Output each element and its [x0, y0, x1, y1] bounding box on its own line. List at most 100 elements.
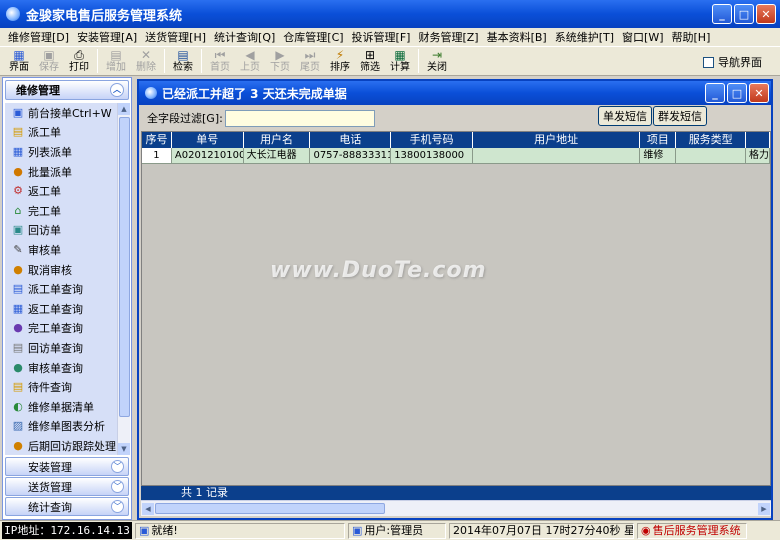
table-cell[interactable]: 1: [142, 148, 172, 164]
first-page-button[interactable]: ⏮ 首页: [205, 47, 235, 75]
delete-button[interactable]: ✕ 删除: [131, 47, 161, 75]
maximize-button[interactable]: □: [734, 4, 754, 24]
scroll-left-icon[interactable]: ◀: [142, 503, 154, 515]
menu-statistics[interactable]: 统计查询[Q]: [210, 29, 279, 45]
layout-button[interactable]: ▦ 界面: [4, 47, 34, 75]
calculator-button[interactable]: ▦ 计算: [385, 47, 415, 75]
sidebar-list: ▣ 前台接单Ctrl+W ▤ 派工单 ▦ 列表派单 ● 批量派单 ⚙ 返工单 ⌂ 完工单 ▣…: [5, 103, 119, 455]
table-cell[interactable]: 大长江电器: [243, 148, 311, 164]
table-row[interactable]: 1 A020121010001 大长江电器 0757-88833311 1380…: [142, 148, 770, 164]
menu-complaint[interactable]: 投诉管理[F]: [348, 29, 415, 45]
sidebar-item[interactable]: ▣ 前台接单Ctrl+W: [5, 103, 119, 123]
sidebar-item[interactable]: ▣ 回访单: [5, 221, 119, 241]
scroll-right-icon[interactable]: ▶: [758, 503, 770, 515]
table-cell[interactable]: 13800138000: [391, 148, 473, 164]
group-sms-button[interactable]: 群发短信: [653, 106, 707, 126]
close-window-button[interactable]: ⇥ 关闭: [422, 47, 452, 75]
column-header[interactable]: 手机号码: [391, 132, 473, 148]
filter-button[interactable]: ⊞ 筛选: [355, 47, 385, 75]
chevron-down-icon[interactable]: ﹀: [111, 480, 124, 493]
sidebar-section-delivery[interactable]: 送货管理 ﹀: [5, 477, 129, 496]
sidebar-item[interactable]: ▤ 回访单查询: [5, 338, 119, 358]
sidebar-scrollbar[interactable]: ▲ ▼: [117, 103, 130, 455]
table-cell[interactable]: 0757-88833311: [310, 148, 392, 164]
scroll-up-icon[interactable]: ▲: [118, 103, 130, 115]
menu-window[interactable]: 窗口[W]: [618, 29, 667, 45]
column-header[interactable]: 项目: [640, 132, 677, 148]
save-button[interactable]: ▣ 保存: [34, 47, 64, 75]
status-icon: ▣: [139, 523, 150, 537]
column-header[interactable]: 单号: [172, 132, 244, 148]
table-horizontal-scrollbar[interactable]: ◀ ▶: [141, 500, 771, 516]
sidebar-item[interactable]: ▤ 派工单查询: [5, 279, 119, 299]
menu-system[interactable]: 系统维护[T]: [551, 29, 618, 45]
child-window-controls: _ □ ✕: [705, 83, 769, 103]
sort-button[interactable]: ⚡ 排序: [325, 47, 355, 75]
scrollbar-thumb[interactable]: [119, 117, 130, 417]
sidebar-item[interactable]: ⌂ 完工单: [5, 201, 119, 221]
menu-delivery[interactable]: 送货管理[H]: [141, 29, 210, 45]
followup-icon: ●: [13, 438, 23, 452]
sidebar-item[interactable]: ✎ 审核单: [5, 240, 119, 260]
table-cell[interactable]: [472, 148, 641, 164]
send-sms-button[interactable]: 单发短信: [598, 106, 652, 126]
next-page-button[interactable]: ▶ 下页: [265, 47, 295, 75]
prev-page-button[interactable]: ◀ 上页: [235, 47, 265, 75]
print-button[interactable]: ⎙ 打印: [64, 47, 94, 75]
table-cell[interactable]: A020121010001: [171, 148, 244, 164]
sidebar-item[interactable]: ● 批量派单: [5, 162, 119, 182]
search-button[interactable]: ▤ 检索: [168, 47, 198, 75]
sidebar-item[interactable]: ● 后期回访跟踪处理: [5, 436, 119, 455]
column-header[interactable]: 用户地址: [473, 132, 641, 148]
last-page-button[interactable]: ⏭ 尾页: [295, 47, 325, 75]
nav-interface-checkbox[interactable]: [703, 56, 714, 68]
sidebar-item[interactable]: ▤ 派工单: [5, 123, 119, 143]
sidebar-section-install[interactable]: 安装管理 ﹀: [5, 457, 129, 476]
close-button[interactable]: ✕: [756, 4, 776, 24]
menu-repair[interactable]: 维修管理[D]: [4, 29, 73, 45]
table-cell[interactable]: 维修: [640, 148, 677, 164]
child-maximize-button[interactable]: □: [727, 83, 747, 103]
column-header[interactable]: [746, 132, 770, 148]
child-close-button[interactable]: ✕: [749, 83, 769, 103]
sidebar-item[interactable]: ▤ 待件查询: [5, 377, 119, 397]
filter-input[interactable]: [224, 109, 375, 127]
menu-basic-data[interactable]: 基本资料[B]: [483, 29, 551, 45]
sidebar-item[interactable]: ◐ 维修单据清单: [5, 397, 119, 417]
chevron-down-icon[interactable]: ﹀: [111, 500, 124, 513]
sidebar-item[interactable]: ▨ 维修单图表分析: [5, 417, 119, 437]
toolbar-separator: [418, 49, 419, 73]
sidebar-header-repair[interactable]: 维修管理 ︿: [5, 80, 129, 100]
nav-interface-toggle[interactable]: 导航界面: [703, 54, 762, 70]
delete-icon: ✕: [140, 48, 152, 62]
sidebar-item[interactable]: ● 完工单查询: [5, 319, 119, 339]
scrollbar-thumb[interactable]: [155, 503, 385, 514]
column-header[interactable]: 服务类型: [676, 132, 747, 148]
add-button[interactable]: ▤ 增加: [101, 47, 131, 75]
list-dispatch-icon: ▦: [12, 144, 24, 158]
sidebar-item[interactable]: ▦ 返工单查询: [5, 299, 119, 319]
sidebar-item[interactable]: ● 审核单查询: [5, 358, 119, 378]
minimize-button[interactable]: _: [712, 4, 732, 24]
table-cell[interactable]: [676, 148, 747, 164]
menu-help[interactable]: 帮助[H]: [668, 29, 715, 45]
chevron-up-icon[interactable]: ︿: [110, 83, 124, 97]
sidebar-item[interactable]: ⚙ 返工单: [5, 181, 119, 201]
sidebar-section-statistics[interactable]: 统计查询 ﹀: [5, 497, 129, 516]
column-header[interactable]: 序号: [142, 132, 172, 148]
app-icon: [145, 87, 157, 99]
watermark: www.DuoTe.com: [270, 258, 487, 283]
chevron-down-icon[interactable]: ﹀: [111, 460, 124, 473]
first-page-icon: ⏮: [214, 48, 226, 62]
menu-warehouse[interactable]: 仓库管理[C]: [279, 29, 347, 45]
sidebar-item[interactable]: ● 取消审核: [5, 260, 119, 280]
scroll-down-icon[interactable]: ▼: [118, 443, 130, 455]
sidebar-item[interactable]: ▦ 列表派单: [5, 142, 119, 162]
table-cell[interactable]: 格力: [746, 148, 770, 164]
menu-finance[interactable]: 财务管理[Z]: [414, 29, 482, 45]
menu-install[interactable]: 安装管理[A]: [73, 29, 141, 45]
child-minimize-button[interactable]: _: [705, 83, 725, 103]
column-header[interactable]: 用户名: [244, 132, 311, 148]
user-icon: ▣: [352, 523, 363, 537]
column-header[interactable]: 电话: [310, 132, 392, 148]
